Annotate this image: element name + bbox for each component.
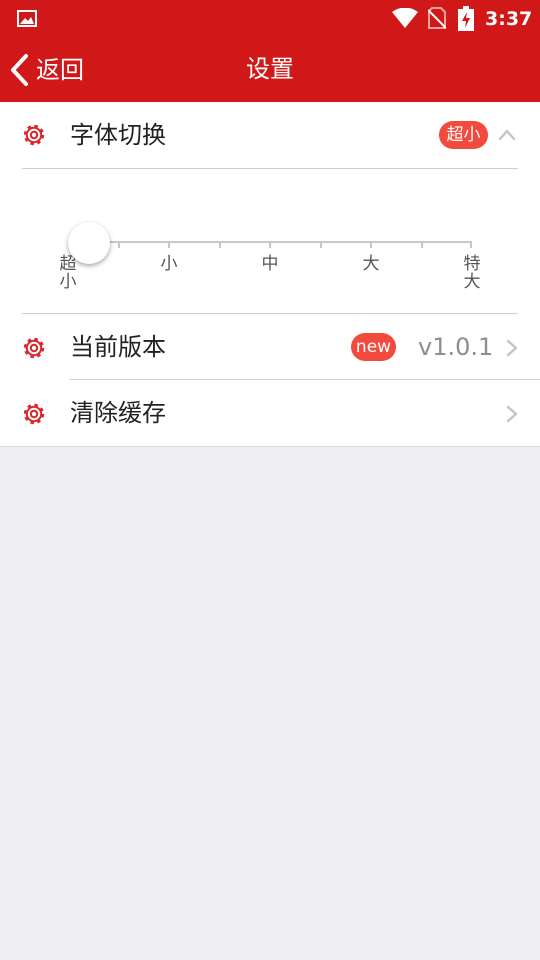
font-switch-row[interactable]: 字体切换 超小 bbox=[0, 102, 540, 169]
clear-cache-row[interactable]: 清除缓存 bbox=[0, 380, 540, 446]
tick-label-small: 小 bbox=[160, 254, 178, 274]
slider-tick bbox=[470, 241, 472, 248]
tick-label-large: 大 bbox=[362, 254, 380, 274]
font-switch-label: 字体切换 bbox=[70, 121, 166, 149]
slider-tick bbox=[168, 241, 170, 248]
slider-tick bbox=[118, 241, 120, 248]
slider-tick bbox=[269, 241, 271, 248]
slider-tick bbox=[370, 241, 372, 248]
status-bar: 3:37 bbox=[0, 0, 540, 38]
clear-cache-label: 清除缓存 bbox=[70, 399, 166, 427]
version-value: v1.0.1 bbox=[418, 333, 494, 361]
slider-tick bbox=[219, 241, 221, 248]
tick-label-medium: 中 bbox=[261, 254, 279, 274]
page-title: 设置 bbox=[246, 55, 294, 83]
font-size-slider[interactable]: 超小 小 中 大 特大 bbox=[0, 169, 540, 314]
chevron-right-icon bbox=[506, 339, 518, 357]
version-row[interactable]: 当前版本 new v1.0.1 bbox=[0, 314, 540, 380]
nav-bar: 返回 设置 bbox=[0, 38, 540, 102]
no-sim-icon bbox=[428, 7, 446, 29]
gear-icon bbox=[23, 403, 45, 425]
divider bbox=[0, 446, 540, 447]
chevron-up-icon[interactable] bbox=[498, 126, 516, 144]
gear-icon bbox=[23, 124, 45, 146]
battery-charging-icon bbox=[458, 6, 474, 31]
version-label: 当前版本 bbox=[70, 333, 166, 361]
slider-knob[interactable] bbox=[68, 222, 110, 264]
new-badge: new bbox=[351, 333, 396, 361]
slider-tick bbox=[421, 241, 423, 248]
gear-icon bbox=[23, 337, 45, 359]
font-size-badge: 超小 bbox=[439, 121, 488, 149]
tick-label-extra-small: 超小 bbox=[59, 254, 77, 292]
wifi-icon bbox=[392, 8, 418, 28]
status-time: 3:37 bbox=[485, 8, 533, 30]
chevron-right-icon bbox=[506, 405, 518, 423]
image-icon bbox=[17, 10, 37, 27]
tick-label-extra-large: 特大 bbox=[463, 254, 481, 292]
slider-tick bbox=[320, 241, 322, 248]
